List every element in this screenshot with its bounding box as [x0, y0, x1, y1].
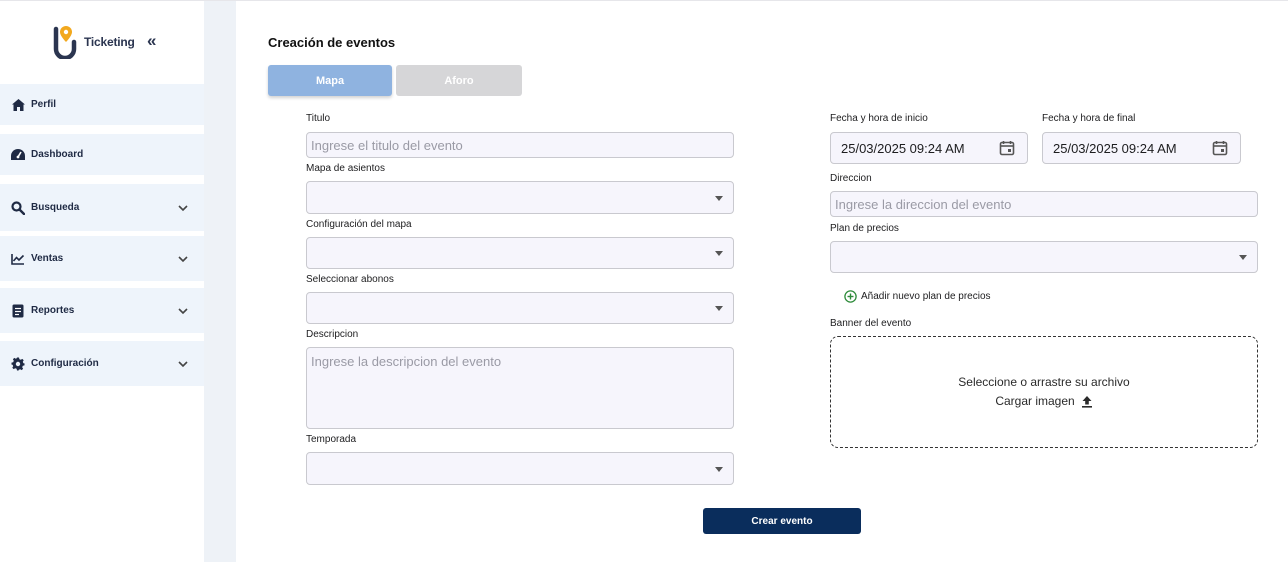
- caret-down-icon: [715, 306, 723, 311]
- search-icon: [10, 200, 26, 216]
- tab-aforo[interactable]: Aforo: [396, 65, 522, 96]
- sidebar-item-label: Configuración: [31, 358, 99, 369]
- upload-image-label: Cargar imagen: [995, 394, 1075, 408]
- app-root: Ticketing « Perfil Dashboard Busqueda Ve…: [0, 0, 1288, 562]
- sidebar-item-configuracion[interactable]: Configuración: [0, 341, 204, 386]
- collapse-sidebar-button[interactable]: «: [147, 31, 156, 51]
- sidebar-item-label: Ventas: [31, 253, 64, 264]
- report-icon: [10, 303, 26, 319]
- chart-line-icon: [10, 251, 26, 267]
- fecha-final-input[interactable]: 25/03/2025 09:24 AM: [1042, 132, 1241, 164]
- brand-name: Ticketing: [84, 35, 135, 49]
- calendar-icon[interactable]: [999, 140, 1015, 156]
- upload-icon: [1081, 395, 1092, 408]
- configuracion-mapa-select[interactable]: [306, 237, 734, 269]
- create-event-button[interactable]: Crear evento: [703, 508, 861, 534]
- configuracion-mapa-label: Configuración del mapa: [306, 219, 412, 230]
- descripcion-label: Descripcion: [306, 329, 359, 340]
- caret-down-icon: [1239, 255, 1247, 260]
- mapa-asientos-select[interactable]: [306, 181, 734, 214]
- chevron-down-icon: [178, 255, 188, 262]
- page-title: Creación de eventos: [268, 35, 396, 50]
- dashboard-icon: [10, 147, 26, 163]
- sidebar: Ticketing « Perfil Dashboard Busqueda Ve…: [0, 1, 204, 562]
- sidebar-item-dashboard[interactable]: Dashboard: [0, 134, 204, 175]
- sidebar-item-perfil[interactable]: Perfil: [0, 84, 204, 125]
- main-content: Creación de eventos Mapa Aforo Titulo In…: [236, 1, 1288, 562]
- banner-dropzone[interactable]: Seleccione o arrastre su archivo Cargar …: [830, 336, 1258, 448]
- tab-mapa[interactable]: Mapa: [268, 65, 392, 96]
- abonos-select[interactable]: [306, 292, 734, 324]
- upload-image-row[interactable]: Cargar imagen: [831, 394, 1257, 408]
- gear-icon: [10, 356, 26, 372]
- sidebar-item-reportes[interactable]: Reportes: [0, 288, 204, 333]
- fecha-final-label: Fecha y hora de final: [1042, 113, 1136, 124]
- plus-circle-icon: [844, 290, 857, 303]
- sidebar-item-label: Reportes: [31, 305, 75, 316]
- caret-down-icon: [715, 195, 723, 201]
- sidebar-gutter: [204, 1, 236, 562]
- sidebar-item-ventas[interactable]: Ventas: [0, 236, 204, 281]
- sidebar-item-label: Perfil: [31, 99, 57, 110]
- plan-precios-label: Plan de precios: [830, 223, 899, 234]
- chevron-down-icon: [178, 204, 188, 211]
- fecha-final-value: 25/03/2025 09:24 AM: [1053, 140, 1177, 156]
- sidebar-item-busqueda[interactable]: Busqueda: [0, 184, 204, 231]
- caret-down-icon: [715, 251, 723, 256]
- caret-down-icon: [715, 466, 723, 472]
- add-price-plan-button[interactable]: Añadir nuevo plan de precios: [844, 290, 991, 303]
- calendar-icon[interactable]: [1212, 140, 1228, 156]
- banner-label: Banner del evento: [830, 318, 912, 329]
- abonos-label: Seleccionar abonos: [306, 274, 394, 285]
- mapa-asientos-label: Mapa de asientos: [306, 163, 385, 174]
- dropzone-hint: Seleccione o arrastre su archivo: [958, 375, 1130, 389]
- temporada-label: Temporada: [306, 434, 357, 445]
- sidebar-item-label: Busqueda: [31, 202, 80, 213]
- titulo-input[interactable]: Ingrese el titulo del evento: [306, 132, 734, 158]
- brand-header: Ticketing «: [0, 23, 204, 63]
- fecha-inicio-value: 25/03/2025 09:24 AM: [841, 140, 965, 156]
- chevron-down-icon: [178, 307, 188, 314]
- sidebar-item-label: Dashboard: [31, 149, 84, 160]
- plan-precios-select[interactable]: [830, 241, 1258, 273]
- fecha-inicio-input[interactable]: 25/03/2025 09:24 AM: [830, 132, 1028, 164]
- fecha-inicio-label: Fecha y hora de inicio: [830, 113, 928, 124]
- home-icon: [10, 97, 26, 113]
- descripcion-textarea[interactable]: Ingrese la descripcion del evento: [306, 347, 734, 429]
- titulo-label: Titulo: [306, 113, 331, 124]
- ticketing-logo-icon: [53, 26, 77, 59]
- direccion-label: Direccion: [830, 173, 872, 184]
- temporada-select[interactable]: [306, 452, 734, 485]
- direccion-input[interactable]: Ingrese la direccion del evento: [830, 191, 1258, 217]
- add-price-plan-label: Añadir nuevo plan de precios: [861, 291, 991, 302]
- chevron-down-icon: [178, 360, 188, 367]
